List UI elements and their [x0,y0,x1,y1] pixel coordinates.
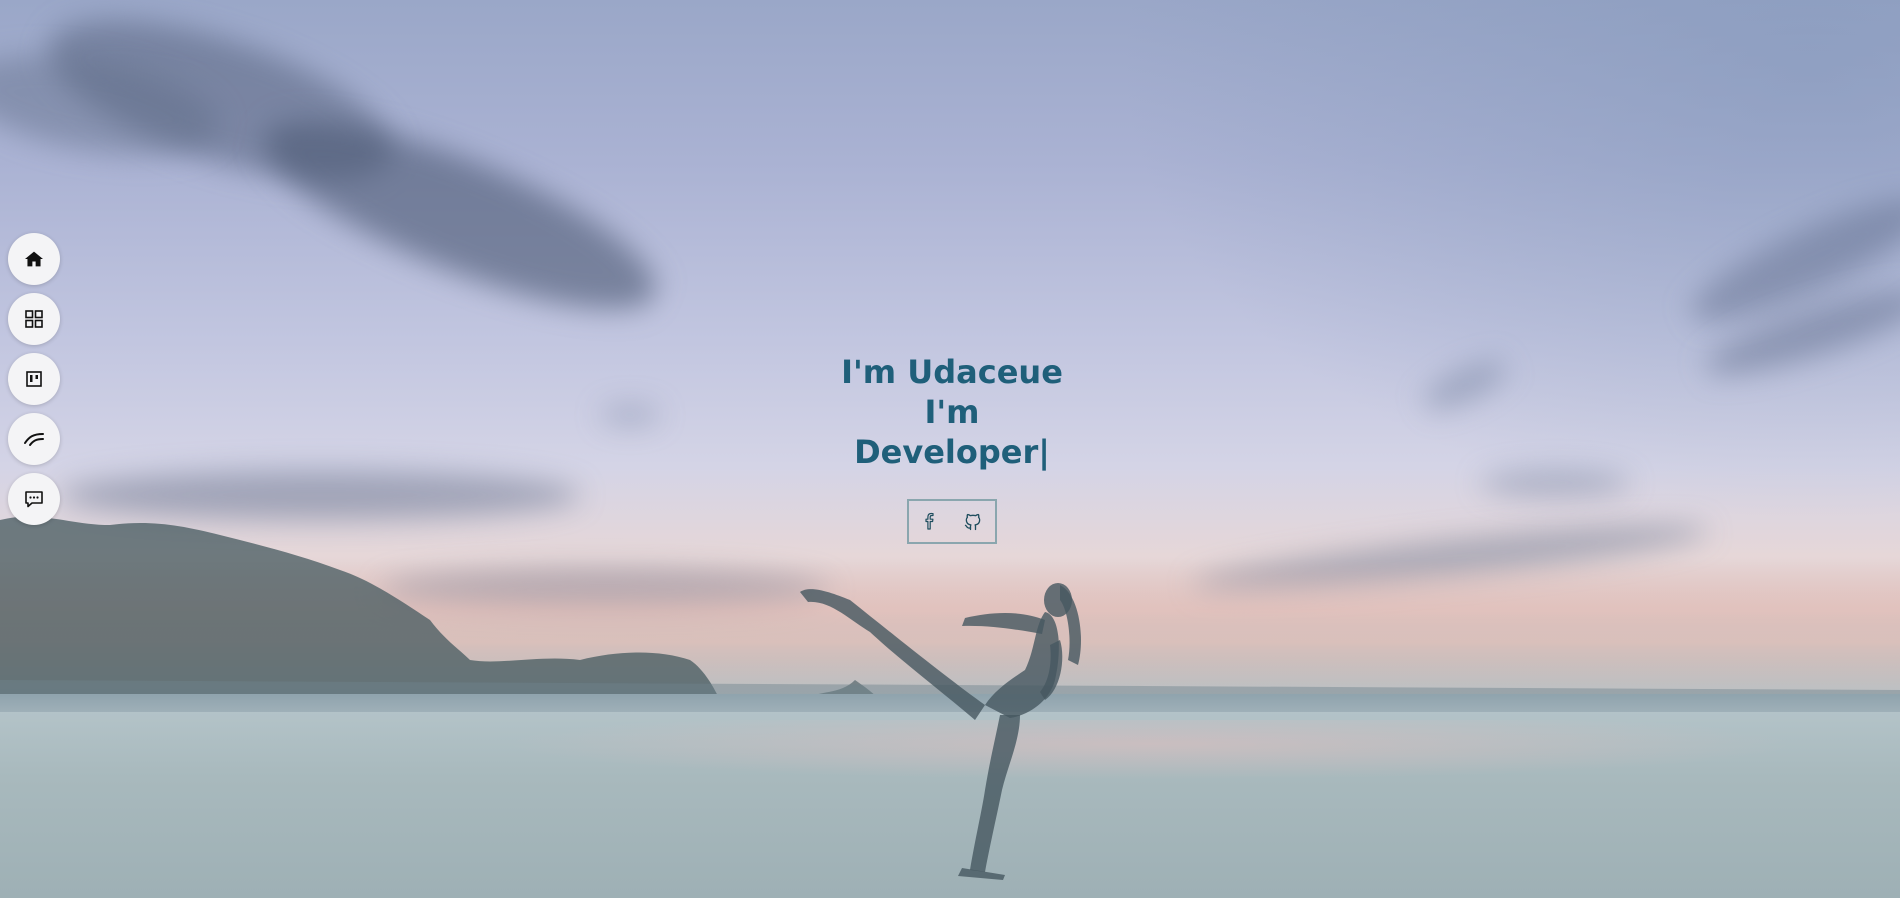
headline-line-im: I'm [924,393,980,431]
chat-icon [25,491,43,508]
cloud [600,405,660,425]
wave-icon [24,433,44,446]
cloud [1480,470,1630,496]
nav-chat-button[interactable] [8,473,60,525]
nav-home-button[interactable] [8,233,60,285]
side-navigation [8,233,60,525]
home-icon [25,251,43,267]
facebook-link[interactable] [919,510,943,534]
horizon-glow [0,560,1900,710]
beach-reflection [500,720,1800,780]
headline-line-role: Developer| [854,433,1050,471]
board-icon [26,371,42,387]
github-link[interactable] [961,510,985,534]
hero-headline: I'm Udaceue I'm Developer| [752,352,1152,472]
facebook-icon [925,512,934,530]
cloud [244,85,676,345]
nav-wave-button[interactable] [8,413,60,465]
nav-board-button[interactable] [8,353,60,405]
grid-icon [25,310,43,328]
nav-grid-button[interactable] [8,293,60,345]
hero-background: I'm Udaceue I'm Developer| [0,0,1900,898]
cloud [60,470,580,520]
headline-line-name: I'm Udaceue [841,353,1063,391]
social-links [907,499,997,544]
github-icon [964,513,981,530]
